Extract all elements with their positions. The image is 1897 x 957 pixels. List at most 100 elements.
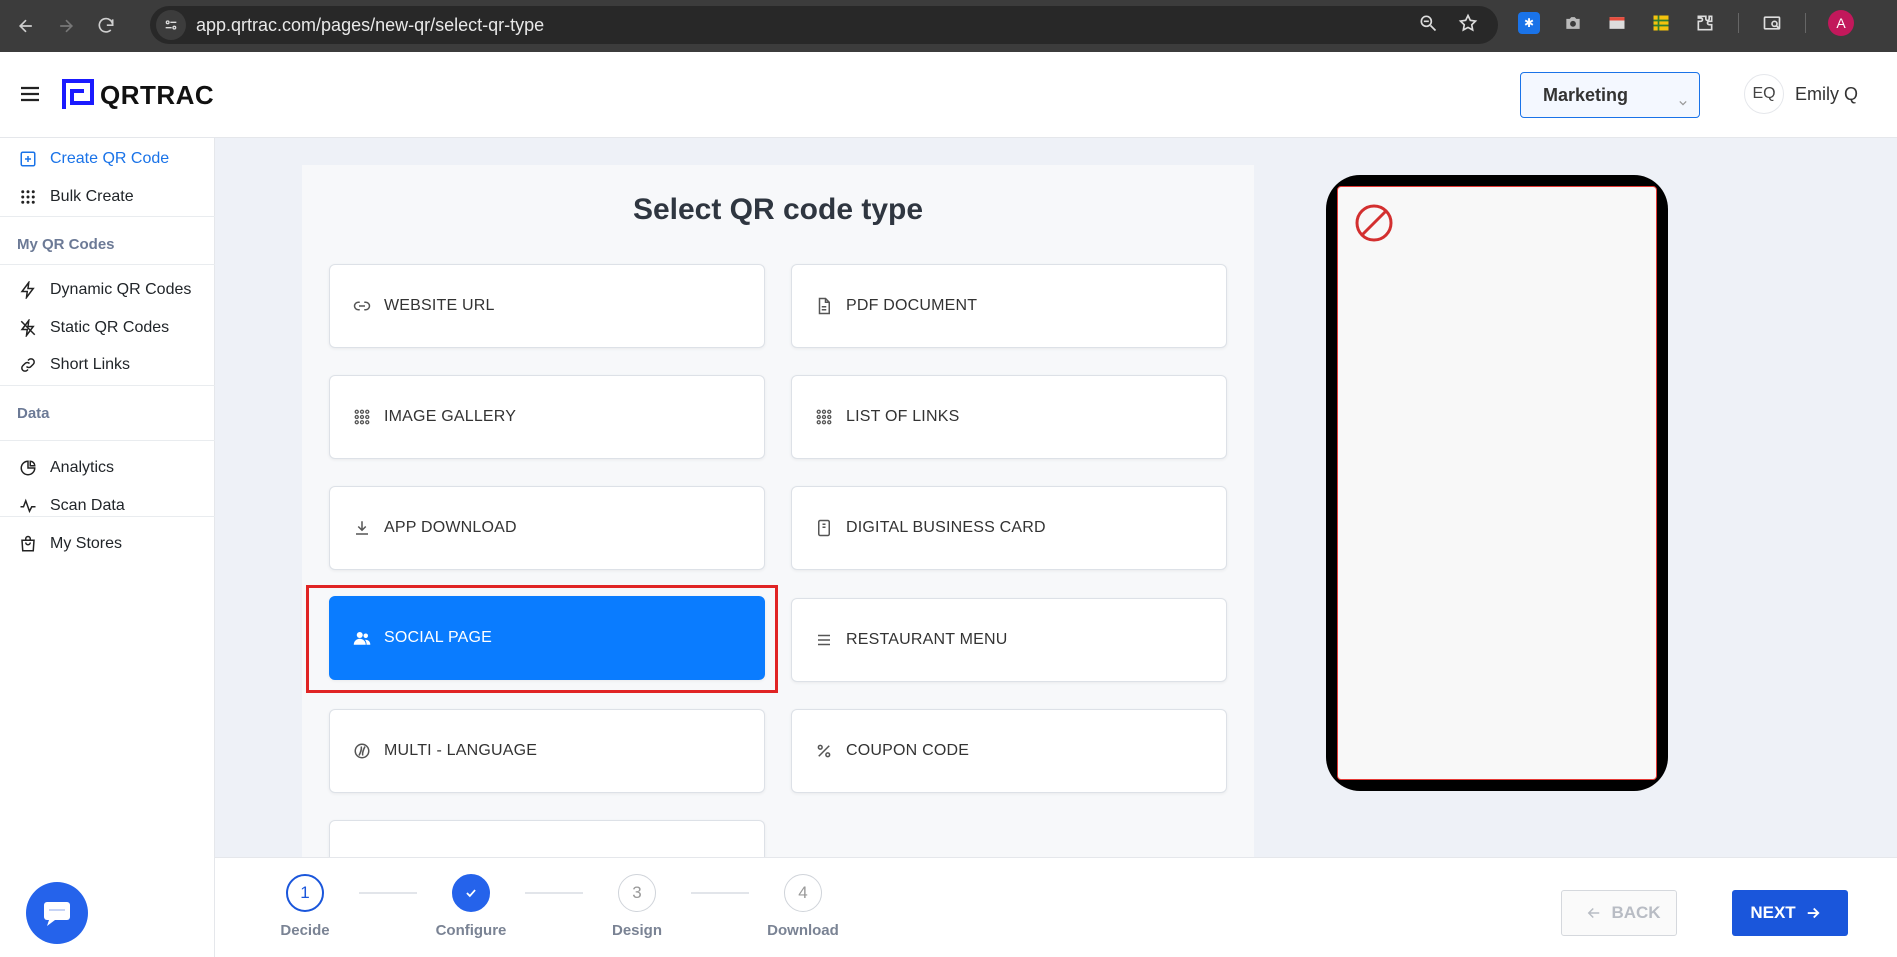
puzzle-extensions-icon[interactable] xyxy=(1694,12,1716,34)
sidebar-item-short-links[interactable]: Short Links xyxy=(0,348,215,382)
sidebar-item-create-qr-code[interactable]: Create QR Code xyxy=(0,142,215,176)
type-label: DIGITAL BUSINESS CARD xyxy=(846,519,1046,536)
page-title: Select QR code type xyxy=(632,193,924,226)
type-label: SOCIAL PAGE xyxy=(384,629,493,646)
sidebar-item-label: Analytics xyxy=(50,459,115,476)
user-avatar[interactable]: EQ xyxy=(1744,74,1784,114)
next-button[interactable]: NEXT xyxy=(1732,890,1848,936)
back-button-label: BACK xyxy=(1611,903,1661,922)
type-label: PDF DOCUMENT xyxy=(846,297,978,314)
type-restaurant-menu-button[interactable]: RESTAURANT MENU xyxy=(791,598,1227,682)
step-label: Decide xyxy=(280,922,330,939)
type-app-download-button[interactable]: APP DOWNLOAD xyxy=(329,486,765,570)
pie-chart-icon xyxy=(18,458,38,478)
app-header: QRTRAC Marketing EQ Emily Q xyxy=(0,52,1897,138)
type-label: RESTAURANT MENU xyxy=(846,631,1008,648)
type-label: WEBSITE URL xyxy=(384,297,495,314)
sidebar-section-data: Data xyxy=(17,405,50,422)
sidebar-divider xyxy=(0,216,215,217)
sidebar-item-bulk-create[interactable]: Bulk Create xyxy=(0,180,215,214)
type-digital-business-card-button[interactable]: DIGITAL BUSINESS CARD xyxy=(791,486,1227,570)
step-label: Configure xyxy=(435,922,507,939)
extension-blue-icon[interactable]: ✱ xyxy=(1518,12,1540,34)
percent-icon xyxy=(814,741,834,761)
bookmark-star-icon[interactable] xyxy=(1458,13,1478,38)
camera-extension-icon[interactable] xyxy=(1562,12,1584,34)
grid-icon xyxy=(814,407,834,427)
activity-icon xyxy=(18,496,38,516)
type-multi-language-button[interactable]: MULTI - LANGUAGE xyxy=(329,709,765,793)
sidebar-divider xyxy=(0,440,215,441)
lightning-icon xyxy=(18,280,38,300)
zoom-icon[interactable] xyxy=(1418,13,1438,38)
type-coupon-code-button[interactable]: COUPON CODE xyxy=(791,709,1227,793)
sidebar-item-label: Create QR Code xyxy=(50,150,170,167)
reload-icon[interactable] xyxy=(92,12,120,40)
logo-text: QRTRAC xyxy=(100,79,215,110)
sidebar-item-scan-data[interactable]: Scan Data xyxy=(0,489,215,523)
plus-square-icon xyxy=(18,149,38,169)
forward-arrow-icon[interactable] xyxy=(52,12,80,40)
card-icon xyxy=(814,518,834,538)
sidebar: Create QR Code Bulk Create My QR Codes D… xyxy=(0,138,215,957)
back-button[interactable]: BACK xyxy=(1561,890,1677,936)
type-image-gallery-button[interactable]: IMAGE GALLERY xyxy=(329,375,765,459)
sidebar-item-analytics[interactable]: Analytics xyxy=(0,451,215,485)
type-social-page-button[interactable]: SOCIAL PAGE xyxy=(329,596,765,680)
step-download[interactable]: 4 Download xyxy=(753,874,853,939)
step-configure[interactable]: Configure xyxy=(421,874,521,939)
site-settings-icon[interactable] xyxy=(156,10,186,40)
workspace-select-value: Marketing xyxy=(1543,84,1629,105)
sidebar-divider xyxy=(0,264,215,265)
next-button-label: NEXT xyxy=(1750,903,1796,922)
toolbar-divider xyxy=(1738,13,1739,33)
type-pdf-document-button[interactable]: PDF DOCUMENT xyxy=(791,264,1227,348)
address-bar[interactable]: app.qrtrac.com/pages/new-qr/select-qr-ty… xyxy=(150,6,1498,44)
language-icon xyxy=(352,741,372,761)
sidebar-divider xyxy=(0,516,215,517)
phone-screen xyxy=(1337,186,1657,780)
grid-icon xyxy=(352,407,372,427)
lightning-off-icon xyxy=(18,318,38,338)
document-icon xyxy=(814,296,834,316)
sidebar-item-dynamic-qr-codes[interactable]: Dynamic QR Codes xyxy=(0,273,215,307)
sidebar-item-label: Static QR Codes xyxy=(50,319,170,336)
sidebar-item-my-stores[interactable]: My Stores xyxy=(0,527,215,561)
step-circle: 1 xyxy=(286,874,324,912)
browser-profile-avatar[interactable]: A xyxy=(1828,10,1854,36)
shopping-bag-icon xyxy=(18,534,38,554)
type-list-of-links-button[interactable]: LIST OF LINKS xyxy=(791,375,1227,459)
step-design[interactable]: 3 Design xyxy=(587,874,687,939)
sidebar-item-static-qr-codes[interactable]: Static QR Codes xyxy=(0,311,215,345)
qrtrac-logo[interactable]: QRTRAC xyxy=(62,79,214,111)
step-circle: 4 xyxy=(784,874,822,912)
step-label: Design xyxy=(611,922,662,939)
type-more-button[interactable] xyxy=(329,820,765,857)
users-icon xyxy=(352,628,372,648)
step-circle xyxy=(452,874,490,912)
user-name[interactable]: Emily Q xyxy=(1795,84,1858,105)
back-arrow-icon[interactable] xyxy=(12,12,40,40)
workspace-select[interactable]: Marketing xyxy=(1520,72,1700,118)
type-label: IMAGE GALLERY xyxy=(384,408,517,425)
browser-toolbar: app.qrtrac.com/pages/new-qr/select-qr-ty… xyxy=(0,0,1897,52)
type-label: COUPON CODE xyxy=(846,742,970,759)
phone-preview xyxy=(1326,175,1668,791)
chat-button[interactable] xyxy=(26,882,88,944)
url-text[interactable]: app.qrtrac.com/pages/new-qr/select-qr-ty… xyxy=(196,15,1418,36)
hamburger-menu-icon[interactable] xyxy=(18,82,42,106)
window-extension-icon[interactable] xyxy=(1606,12,1628,34)
type-website-url-button[interactable]: WEBSITE URL xyxy=(329,264,765,348)
step-connector xyxy=(359,892,417,894)
tab-search-icon[interactable] xyxy=(1761,12,1783,34)
wizard-footer: 1 Decide Configure 3 Design 4 Download B… xyxy=(215,857,1897,957)
sidebar-divider xyxy=(0,385,215,386)
sidebar-item-label: Scan Data xyxy=(50,497,125,514)
spreadsheet-extension-icon[interactable] xyxy=(1650,12,1672,34)
sidebar-item-label: My Stores xyxy=(50,535,123,552)
chevron-down-icon xyxy=(1679,91,1687,106)
chat-bubble-icon xyxy=(44,902,70,926)
download-icon xyxy=(352,518,372,538)
step-decide[interactable]: 1 Decide xyxy=(255,874,355,939)
sidebar-item-label: Bulk Create xyxy=(50,188,134,205)
